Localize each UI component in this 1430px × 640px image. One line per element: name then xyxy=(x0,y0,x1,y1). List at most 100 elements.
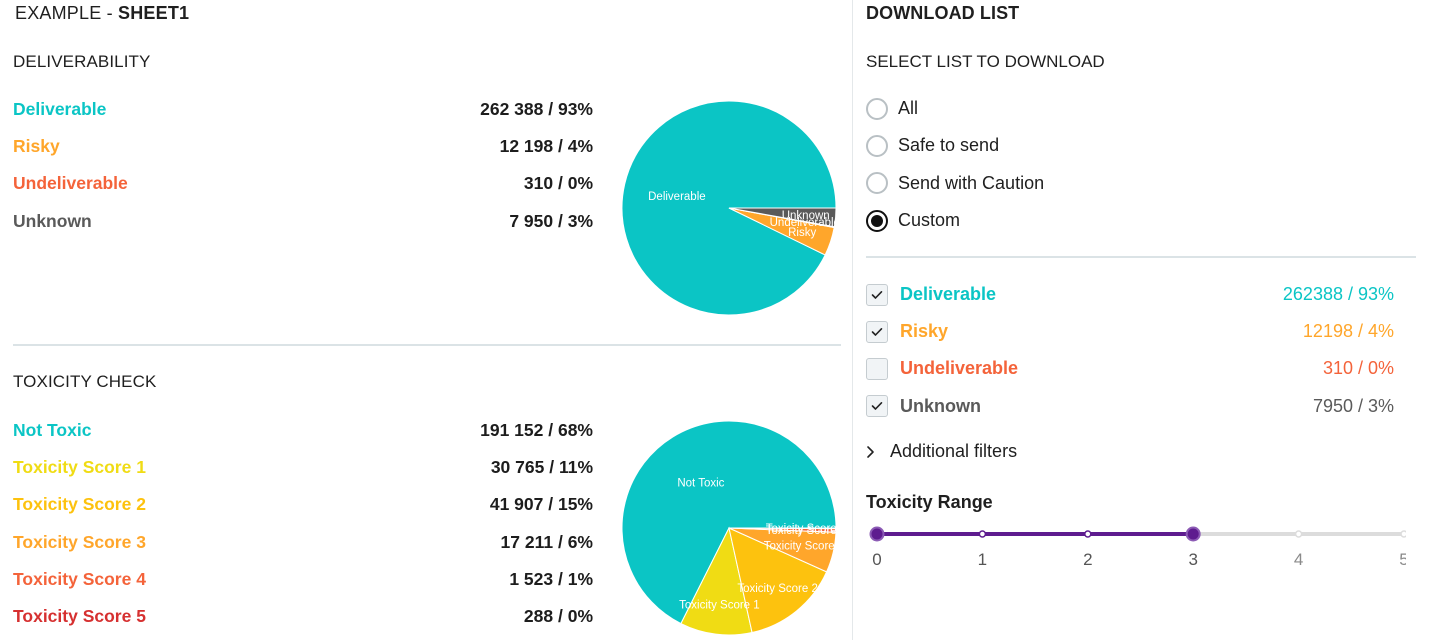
stat-label: Undeliverable xyxy=(13,173,128,194)
deliverability-title: DELIVERABILITY xyxy=(13,52,151,71)
stat-row-undeliverable: Undeliverable 310 / 0% xyxy=(13,165,593,202)
pie-label-toxicity-score-2: Toxicity Score 2 xyxy=(737,583,818,595)
sheet-title-prefix: EXAMPLE - xyxy=(15,3,119,23)
slider-tick-label: 5 xyxy=(1399,550,1406,569)
stat-label: Toxicity Score 2 xyxy=(13,494,146,515)
radio-label: All xyxy=(898,98,919,119)
checkbox[interactable] xyxy=(866,395,888,418)
checkbox-label: Deliverable xyxy=(900,284,997,305)
radio-button[interactable] xyxy=(866,172,888,195)
slider-tick-label: 1 xyxy=(978,550,987,569)
sheet-name: SHEET1 xyxy=(118,3,190,23)
stat-row-unknown: Unknown 7 950 / 3% xyxy=(13,203,593,240)
checkmark-icon xyxy=(871,290,883,299)
deliverability-pie-chart: DeliverableRiskyUndeliverableUnknown xyxy=(621,100,838,316)
stat-value: 262 388 / 93% xyxy=(480,99,593,120)
stat-row-toxicity-score-3: Toxicity Score 3 17 211 / 6% xyxy=(13,524,593,561)
stat-value: 41 907 / 15% xyxy=(489,494,593,515)
chevron-right-icon xyxy=(866,445,880,459)
stat-value: 7 950 / 3% xyxy=(509,210,593,231)
category-checkbox-list: Deliverable 262388 / 93% Risky 12198 / 4% Un… xyxy=(866,276,1394,425)
download-divider xyxy=(866,256,1416,258)
radio-option-all[interactable]: All xyxy=(866,90,1044,127)
download-subtitle: SELECT LIST TO DOWNLOAD xyxy=(866,52,1105,71)
radio-label: Send with Caution xyxy=(898,172,1045,193)
slider-tick-dot xyxy=(1294,530,1303,538)
stat-value: 1 523 / 1% xyxy=(509,568,593,589)
checkbox-row-risky[interactable]: Risky 12198 / 4% xyxy=(866,313,1394,350)
stat-row-toxicity-score-1: Toxicity Score 1 30 765 / 11% xyxy=(13,449,593,486)
checkbox-label: Undeliverable xyxy=(900,358,1019,379)
stat-label: Toxicity Score 5 xyxy=(13,606,146,627)
radio-button[interactable] xyxy=(866,134,888,157)
download-panel: DOWNLOAD LIST SELECT LIST TO DOWNLOAD Al… xyxy=(854,0,1430,640)
toxicity-title: TOXICITY CHECK xyxy=(13,372,157,391)
toxicity-list: Not Toxic 191 152 / 68% Toxicity Score 1 30… xyxy=(13,412,593,635)
slider-tick-dot xyxy=(978,530,987,538)
additional-filters-toggle[interactable]: Additional filters xyxy=(866,441,1017,462)
toxicity-range-title: Toxicity Range xyxy=(866,492,993,512)
stat-value: 17 211 / 6% xyxy=(500,531,593,552)
stat-value: 191 152 / 68% xyxy=(480,420,593,441)
stat-label: Risky xyxy=(13,136,60,157)
checkbox[interactable] xyxy=(866,283,888,306)
checkmark-icon xyxy=(871,327,883,336)
pie-label-risky: Risky xyxy=(788,227,816,239)
checkbox-count: 262388 / 93% xyxy=(1282,284,1394,305)
pie-label-not-toxic: Not Toxic xyxy=(677,478,724,490)
stat-row-toxicity-score-5: Toxicity Score 5 288 / 0% xyxy=(13,598,593,635)
pie-label-toxicity-score-3: Toxicity Score 3 xyxy=(764,541,838,553)
checkbox[interactable] xyxy=(866,320,888,343)
checkbox-count: 310 / 0% xyxy=(1322,358,1394,379)
checkbox-count: 7950 / 3% xyxy=(1312,395,1394,416)
radio-option-custom[interactable]: Custom xyxy=(866,202,1044,239)
stat-label: Unknown xyxy=(13,210,92,231)
radio-option-send-with-caution[interactable]: Send with Caution xyxy=(866,165,1044,202)
stat-row-toxicity-score-2: Toxicity Score 2 41 907 / 15% xyxy=(13,486,593,523)
report-panel: EXAMPLE - SHEET1 DELIVERABILITY Delivera… xyxy=(0,0,853,640)
radio-button[interactable] xyxy=(866,97,888,120)
radio-label: Custom xyxy=(898,210,961,231)
stat-row-deliverable: Deliverable 262 388 / 93% xyxy=(13,91,593,128)
toxicity-pie-chart: Not Toxic Toxicity Score 1 Toxicity Score … xyxy=(621,420,838,636)
stat-row-toxicity-score-4: Toxicity Score 4 1 523 / 1% xyxy=(13,561,593,598)
stat-label: Toxicity Score 3 xyxy=(13,531,146,552)
checkbox-label: Risky xyxy=(900,321,949,342)
checkbox-label: Unknown xyxy=(900,395,981,416)
additional-filters-label: Additional filters xyxy=(890,441,1018,461)
stat-value: 12 198 / 4% xyxy=(499,136,593,157)
stat-row-not-toxic: Not Toxic 191 152 / 68% xyxy=(13,412,593,449)
pie-label-unknown: Unknown xyxy=(782,210,830,222)
pie-label-deliverable: Deliverable xyxy=(648,191,706,203)
slider-handle[interactable] xyxy=(869,526,885,542)
stat-label: Not Toxic xyxy=(13,420,92,441)
sheet-title: EXAMPLE - SHEET1 xyxy=(15,3,189,24)
download-title: DOWNLOAD LIST xyxy=(866,3,1020,23)
stat-label: Deliverable xyxy=(13,99,107,120)
stat-value: 288 / 0% xyxy=(523,606,593,627)
slider-tick-dot xyxy=(1084,530,1092,538)
slider-handle[interactable] xyxy=(1185,526,1201,542)
radio-button[interactable] xyxy=(866,209,888,232)
deliverability-list: Deliverable 262 388 / 93% Risky 12 198 / 4%… xyxy=(13,91,593,240)
stat-label: Toxicity Score 1 xyxy=(13,457,146,478)
pie-label-toxicity-score-1: Toxicity Score 1 xyxy=(679,599,760,611)
checkbox-row-unknown[interactable]: Unknown 7950 / 3% xyxy=(866,388,1394,425)
checkbox-count: 12198 / 4% xyxy=(1302,321,1394,342)
checkmark-icon xyxy=(871,402,883,410)
checkbox[interactable] xyxy=(866,357,888,380)
checkbox-row-deliverable[interactable]: Deliverable 262388 / 93% xyxy=(866,276,1394,313)
radio-label: Safe to send xyxy=(898,135,1000,156)
slider-tick-label: 4 xyxy=(1294,550,1303,569)
list-type-radio-group: All Safe to send Send with Caution Custom xyxy=(866,90,1044,239)
slider-tick-label: 3 xyxy=(1188,550,1197,569)
section-divider xyxy=(13,344,841,346)
slider-tick-label: 0 xyxy=(872,550,881,569)
checkbox-row-undeliverable[interactable]: Undeliverable 310 / 0% xyxy=(866,350,1394,387)
radio-option-safe-to-send[interactable]: Safe to send xyxy=(866,127,1044,164)
slider-tick-label: 2 xyxy=(1083,550,1092,569)
stat-value: 310 / 0% xyxy=(523,173,593,194)
slider-tick-dot xyxy=(1400,530,1406,538)
stat-value: 30 765 / 11% xyxy=(490,457,593,478)
toxicity-range-slider[interactable]: 0 1 2 3 4 5 xyxy=(866,520,1406,580)
